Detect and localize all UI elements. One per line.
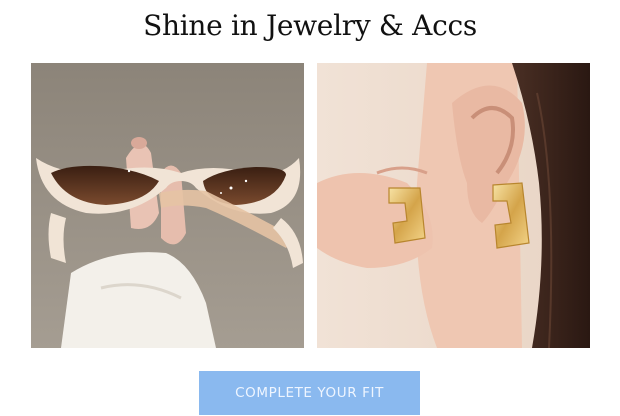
complete-your-fit-button[interactable]: COMPLETE YOUR FIT [199,371,420,415]
section-title: Shine in Jewelry & Accs [143,9,477,42]
earrings-image[interactable] [317,63,590,348]
earrings-illustration [317,63,590,348]
sunglasses-image[interactable] [31,63,304,348]
sunglasses-illustration [31,63,304,348]
